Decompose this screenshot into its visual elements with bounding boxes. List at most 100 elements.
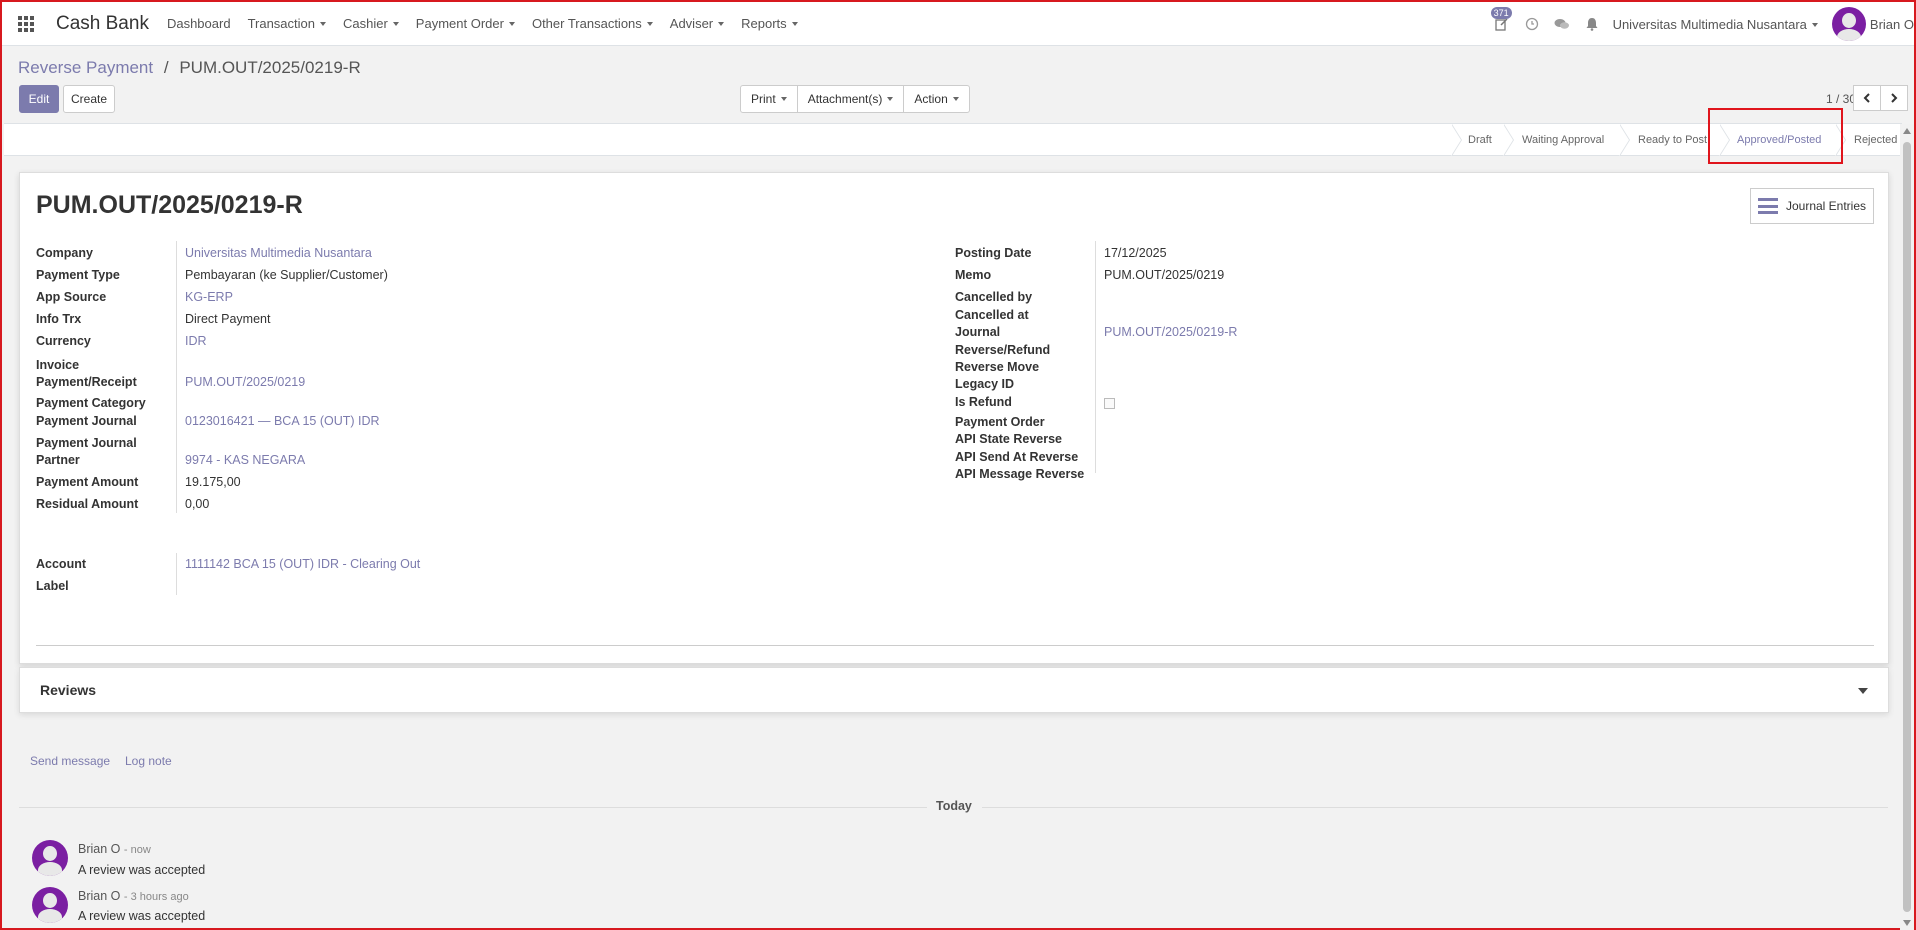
- is-refund-label: Is Refund: [955, 395, 1012, 409]
- menu-dashboard[interactable]: Dashboard: [167, 16, 231, 31]
- pager-next-button[interactable]: [1880, 85, 1908, 111]
- stage-waiting-approval[interactable]: Waiting Approval: [1522, 124, 1604, 156]
- highlight-box: [1708, 108, 1843, 164]
- payment-type-label: Payment Type: [36, 268, 120, 282]
- menu-adviser[interactable]: Adviser: [670, 16, 724, 31]
- payment-order-label: Payment Order: [955, 415, 1045, 429]
- menu-reports[interactable]: Reports: [741, 16, 798, 31]
- residual-amount-value: 0,00: [185, 497, 210, 511]
- record-title: PUM.OUT/2025/0219-R: [36, 191, 303, 219]
- message-body: A review was accepted: [78, 909, 206, 923]
- message-avatar[interactable]: [32, 887, 68, 923]
- breadcrumb-separator: /: [163, 58, 169, 77]
- is-refund-checkbox[interactable]: [1104, 398, 1115, 409]
- posting-date-value: 17/12/2025: [1104, 246, 1167, 260]
- cancelled-at-label: Cancelled at: [955, 308, 1029, 322]
- app-brand[interactable]: Cash Bank: [56, 13, 149, 35]
- currency-label: Currency: [36, 334, 91, 348]
- pager-previous-button[interactable]: [1853, 85, 1881, 111]
- menu-other-transactions[interactable]: Other Transactions: [532, 16, 653, 31]
- scroll-down-arrow-icon[interactable]: [1903, 920, 1911, 926]
- info-trx-value: Direct Payment: [185, 312, 271, 326]
- top-navbar: Cash Bank Dashboard Transaction Cashier …: [2, 2, 1914, 46]
- activity-count-badge: 371: [1490, 7, 1512, 19]
- api-state-reverse-label: API State Reverse: [955, 432, 1063, 446]
- edit-button[interactable]: Edit: [19, 85, 59, 113]
- breadcrumb-current: PUM.OUT/2025/0219-R: [179, 58, 361, 77]
- message-author: Brian O - 3 hours ago: [78, 889, 189, 903]
- api-send-at-reverse-label: API Send At Reverse: [955, 450, 1079, 464]
- user-avatar[interactable]: [1831, 7, 1866, 41]
- info-trx-label: Info Trx: [36, 312, 82, 326]
- message-body: A review was accepted: [78, 863, 206, 877]
- form-sheet: PUM.OUT/2025/0219-R Journal Entries Comp…: [19, 172, 1889, 664]
- message-avatar[interactable]: [32, 840, 68, 876]
- print-dropdown[interactable]: Print: [741, 86, 798, 112]
- payment-amount-label: Payment Amount: [36, 475, 139, 489]
- stage-ready-to-post[interactable]: Ready to Post: [1638, 124, 1707, 156]
- journal-entries-label: Journal Entries: [1785, 199, 1867, 213]
- reverse-refund-label: Reverse/Refund: [955, 343, 1051, 357]
- caret-down-icon[interactable]: [1858, 688, 1868, 694]
- chevron-left-icon: [1863, 93, 1870, 103]
- legacy-id-label: Legacy ID: [955, 377, 1015, 391]
- app-source-value[interactable]: KG-ERP: [185, 289, 233, 306]
- user-name[interactable]: Brian O: [1870, 17, 1914, 32]
- reverse-move-label: Reverse Move: [955, 360, 1040, 374]
- payment-journal-label: Payment Journal: [36, 414, 137, 428]
- reviews-title: Reviews: [40, 682, 97, 698]
- scroll-up-arrow-icon[interactable]: [1903, 128, 1911, 134]
- bell-icon[interactable]: [1583, 15, 1601, 33]
- posting-date-label: Posting Date: [955, 246, 1032, 260]
- memo-value: PUM.OUT/2025/0219: [1104, 268, 1225, 282]
- message-author: Brian O - now: [78, 842, 151, 856]
- memo-label: Memo: [955, 268, 992, 282]
- today-divider-left: [19, 807, 927, 808]
- menu-cashier[interactable]: Cashier: [343, 16, 399, 31]
- payment-journal-partner-value[interactable]: 9974 - KAS NEGARA: [185, 452, 305, 469]
- company-label: Company: [36, 246, 93, 260]
- journal-entries-button[interactable]: Journal Entries: [1750, 188, 1874, 224]
- company-value[interactable]: Universitas Multimedia Nusantara: [185, 245, 372, 262]
- scrollbar-thumb[interactable]: [1903, 142, 1911, 912]
- send-message-button[interactable]: Send message: [30, 754, 110, 768]
- residual-amount-label: Residual Amount: [36, 497, 139, 511]
- action-button-group: Print Attachment(s) Action: [740, 85, 970, 113]
- log-note-button[interactable]: Log note: [125, 754, 172, 768]
- chat-icon[interactable]: [1553, 15, 1571, 33]
- company-switcher[interactable]: Universitas Multimedia Nusantara: [1613, 17, 1818, 32]
- account-value[interactable]: 1111142 BCA 15 (OUT) IDR - Clearing Out: [185, 556, 420, 573]
- payment-type-value: Pembayaran (ke Supplier/Customer): [185, 268, 388, 282]
- journal-value[interactable]: PUM.OUT/2025/0219-R: [1104, 324, 1237, 341]
- breadcrumb: Reverse Payment / PUM.OUT/2025/0219-R: [18, 58, 361, 78]
- payment-category-label: Payment Category: [36, 396, 146, 410]
- reviews-section[interactable]: Reviews: [19, 667, 1889, 713]
- activity-edit-icon[interactable]: 371: [1490, 7, 1512, 33]
- breadcrumb-parent[interactable]: Reverse Payment: [18, 58, 153, 77]
- journal-label: Journal: [955, 325, 1001, 339]
- invoice-value[interactable]: PUM.OUT/2025/0219: [185, 374, 305, 391]
- action-dropdown[interactable]: Action: [904, 86, 968, 112]
- attachments-dropdown[interactable]: Attachment(s): [798, 86, 905, 112]
- today-label: Today: [936, 799, 972, 813]
- label-label: Label: [36, 579, 69, 593]
- clock-icon[interactable]: [1523, 15, 1541, 33]
- stage-rejected[interactable]: Rejected: [1854, 124, 1897, 156]
- currency-value[interactable]: IDR: [185, 333, 207, 350]
- message-time: - 3 hours ago: [123, 891, 189, 903]
- stage-draft[interactable]: Draft: [1468, 124, 1492, 156]
- menu-payment-order[interactable]: Payment Order: [416, 16, 515, 31]
- payment-amount-value: 19.175,00: [185, 475, 241, 489]
- payment-journal-value[interactable]: 0123016421 — BCA 15 (OUT) IDR: [185, 413, 380, 430]
- menu-transaction[interactable]: Transaction: [248, 16, 326, 31]
- status-bar: Draft Waiting Approval Ready to Post App…: [4, 123, 1902, 156]
- create-button[interactable]: Create: [63, 85, 115, 113]
- page-scrollbar[interactable]: [1900, 124, 1914, 930]
- pager-value[interactable]: 1 / 30: [1826, 92, 1856, 106]
- apps-grid-icon[interactable]: [18, 15, 36, 33]
- sheet-divider: [36, 645, 1874, 646]
- list-icon: [1757, 198, 1778, 214]
- navbar-systray: 371 Universitas Multimedia Nusantara Bri…: [1490, 2, 1914, 46]
- api-message-reverse-label: API Message Reverse: [955, 467, 1085, 481]
- today-divider-right: [982, 807, 1888, 808]
